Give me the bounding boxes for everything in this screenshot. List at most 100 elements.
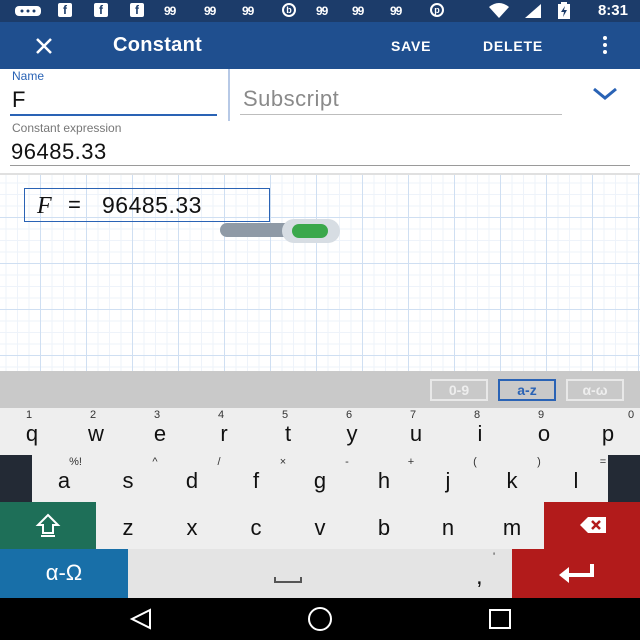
key-l[interactable]: = l [544, 455, 608, 502]
name-field[interactable]: Name F [0, 69, 228, 121]
enter-key[interactable] [512, 549, 640, 598]
key-label: j [445, 468, 451, 493]
formula-preview[interactable]: F = 96485.33 [24, 188, 270, 222]
key-label: r [220, 421, 228, 446]
key-label: i [477, 421, 483, 446]
expression-field[interactable]: Constant expression 96485.33 [0, 121, 640, 173]
comma-key[interactable]: ' , [448, 549, 512, 598]
key-label: w [88, 421, 104, 446]
key-label: z [122, 515, 134, 540]
delete-button[interactable]: DELETE [483, 38, 543, 54]
key-b[interactable]: b [352, 502, 416, 549]
space-icon [274, 577, 302, 583]
key-y[interactable]: 6y [320, 408, 384, 455]
keyboard-mode-bar: 0-9 a-z α-ω [0, 371, 640, 408]
99-icon: 99 [164, 4, 176, 18]
key-i[interactable]: 8i [448, 408, 512, 455]
more-options-button[interactable] [598, 34, 612, 56]
99-icon: 99 [352, 4, 364, 18]
key-a[interactable]: %! a [32, 455, 96, 502]
navigation-bar [0, 598, 640, 640]
key-hint: ' [493, 551, 496, 563]
name-label: Name [12, 69, 45, 83]
mode-digits-button[interactable]: 0-9 [430, 379, 488, 401]
backspace-icon [580, 517, 606, 533]
key-x[interactable]: x [160, 502, 224, 549]
key-label: m [502, 515, 522, 540]
key-w[interactable]: 2w [64, 408, 128, 455]
99-icon: 99 [390, 4, 402, 18]
close-icon [36, 38, 52, 54]
key-s[interactable]: ^ s [96, 455, 160, 502]
key-label: t [284, 421, 292, 446]
save-button[interactable]: SAVE [391, 38, 431, 54]
key-label: x [186, 515, 198, 540]
keyboard-spacer [0, 455, 32, 502]
key-label: u [409, 421, 423, 446]
name-underline [10, 114, 217, 116]
key-label: v [314, 515, 326, 540]
space-key[interactable] [128, 549, 448, 598]
mode-latin-button[interactable]: a-z [498, 379, 556, 401]
subscript-input[interactable]: Subscript [243, 86, 339, 112]
key-label: q [25, 421, 39, 446]
key-p[interactable]: 0p [576, 408, 640, 455]
shift-key[interactable] [0, 502, 96, 549]
b-circle-icon: b [282, 3, 296, 17]
sim-signal-icon [524, 3, 542, 19]
key-o[interactable]: 9o [512, 408, 576, 455]
facebook-icon: f [94, 3, 108, 17]
keyboard-spacer [608, 455, 640, 502]
key-e[interactable]: 3e [128, 408, 192, 455]
recents-icon [489, 609, 511, 629]
key-label: b [377, 515, 391, 540]
key-g[interactable]: -g [288, 455, 352, 502]
clock: 8:31 [597, 2, 628, 19]
facebook-icon: f [130, 3, 144, 17]
subscript-field[interactable]: Subscript [230, 69, 640, 121]
toggle-knob[interactable] [292, 224, 328, 238]
recents-button[interactable] [488, 608, 512, 635]
battery-charging-icon [557, 2, 571, 19]
key-n[interactable]: n [416, 502, 480, 549]
home-button[interactable] [306, 606, 334, 637]
subscript-dropdown-button[interactable] [590, 84, 620, 104]
close-button[interactable] [30, 32, 58, 60]
key-u[interactable]: 7u [384, 408, 448, 455]
shift-icon [35, 513, 61, 537]
key-label: k [506, 468, 518, 493]
worksheet-grid: F = 96485.33 [0, 173, 640, 373]
chat-icon [14, 4, 42, 20]
key-r[interactable]: 4r [192, 408, 256, 455]
key-d[interactable]: / d [160, 455, 224, 502]
key-hint: 0 [628, 409, 635, 421]
key-label: l [573, 468, 579, 493]
key-k[interactable]: ) k [480, 455, 544, 502]
key-q[interactable]: 1q [0, 408, 64, 455]
keyboard: 1q 2w 3e 4r 5t 6y 7u 8i 9o 0p %! a ^ s / d … [0, 408, 640, 598]
expression-label: Constant expression [12, 121, 122, 135]
back-button[interactable] [128, 608, 154, 635]
mode-greek-button[interactable]: α-ω [566, 379, 624, 401]
app-toolbar: Constant SAVE DELETE [0, 22, 640, 69]
page-title: Constant [113, 34, 203, 56]
key-j[interactable]: (j [416, 455, 480, 502]
backspace-key[interactable] [544, 502, 640, 549]
key-label: s [122, 468, 134, 493]
99-icon: 99 [316, 4, 328, 18]
key-h[interactable]: + h [352, 455, 416, 502]
key-label: o [537, 421, 551, 446]
greek-mode-key[interactable]: α-Ω [0, 549, 128, 598]
key-m[interactable]: m [480, 502, 544, 549]
key-z[interactable]: z [96, 502, 160, 549]
key-f[interactable]: × f [224, 455, 288, 502]
expression-underline [10, 165, 630, 166]
key-label: a [57, 468, 71, 493]
enter-icon [559, 564, 594, 583]
key-t[interactable]: 5t [256, 408, 320, 455]
key-v[interactable]: v [288, 502, 352, 549]
key-c[interactable]: c [224, 502, 288, 549]
expression-input[interactable]: 96485.33 [11, 139, 107, 165]
key-label: , [476, 563, 483, 590]
name-input[interactable]: F [12, 87, 25, 113]
